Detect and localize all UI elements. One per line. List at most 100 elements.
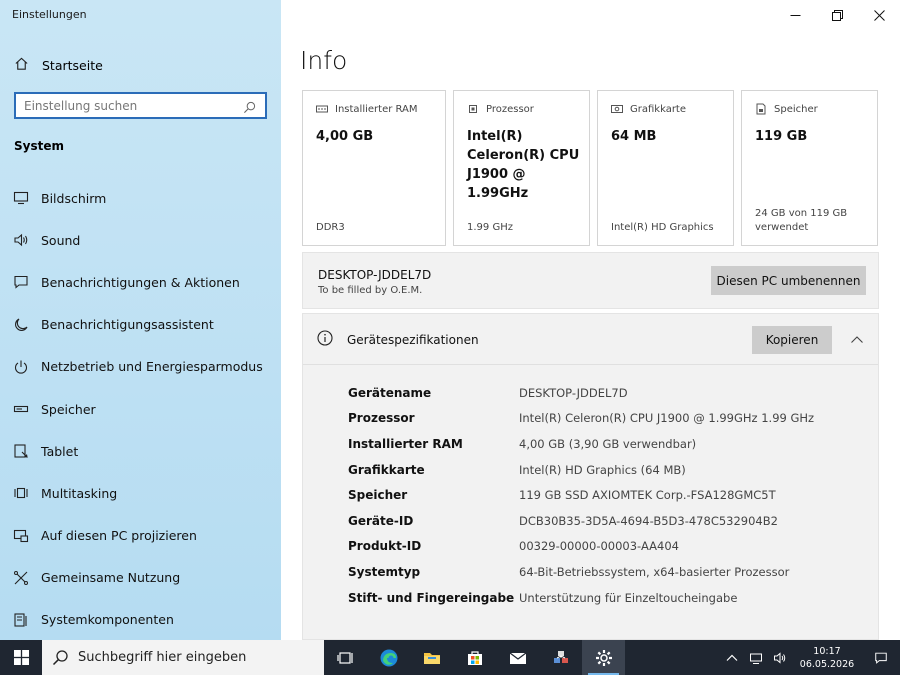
tablet-icon [13, 443, 29, 459]
spec-key: Gerätename [348, 385, 432, 400]
task-view-icon [336, 651, 353, 664]
restore-button[interactable] [816, 0, 858, 30]
card-head: Prozessor [486, 103, 534, 115]
copy-button[interactable]: Kopieren [752, 326, 832, 354]
sidebar-item-bildschirm[interactable]: Bildschirm [0, 177, 281, 219]
sidebar-item-gemeinsame-nutzung[interactable]: Gemeinsame Nutzung [0, 557, 281, 599]
notification-icon [13, 274, 29, 290]
sidebar-item-projizieren[interactable]: Auf diesen PC projizieren [0, 515, 281, 557]
network-app-icon [553, 650, 568, 663]
spec-key: Grafikkarte [348, 462, 425, 477]
summary-cards: Installierter RAM 4,00 GB DDR3 Prozessor… [302, 90, 878, 246]
sidebar-item-netzbetrieb[interactable]: Netzbetrieb und Energiesparmodus [0, 346, 281, 388]
sidebar-item-label: Multitasking [41, 485, 118, 501]
mail-icon [509, 652, 526, 664]
section-label: System [14, 139, 64, 153]
card-sub: 1.99 GHz [467, 222, 513, 233]
card-value: Intel(R) Celeron(R) CPU J1900 @ 1.99GHz [467, 129, 580, 201]
close-icon [873, 9, 885, 21]
chevron-up-icon[interactable] [850, 332, 864, 346]
moon-icon [13, 317, 29, 333]
sidebar-item-benachrichtigungsassistent[interactable]: Benachrichtigungsassistent [0, 304, 281, 346]
storage-icon [13, 401, 29, 417]
sidebar-item-home[interactable]: Startseite [14, 55, 103, 75]
spec-key: Stift- und Fingereingabe [348, 590, 515, 605]
sidebar-item-sound[interactable]: Sound [0, 219, 281, 261]
spec-key: Installierter RAM [348, 436, 463, 451]
settings-search-box[interactable] [14, 92, 267, 119]
sidebar-item-speicher[interactable]: Speicher [0, 388, 281, 430]
file-explorer-button[interactable] [410, 640, 453, 675]
show-hidden-icons-button[interactable] [720, 640, 744, 675]
card-value: 64 MB [611, 129, 657, 144]
device-specs-title: Gerätespezifikationen [347, 333, 479, 347]
device-specs-list: Gerätename DESKTOP-JDDEL7D Prozessor Intel(… [348, 380, 814, 610]
sidebar-item-label: Benachrichtigungsassistent [41, 317, 214, 333]
spec-value: DESKTOP-JDDEL7D [519, 385, 628, 400]
clock[interactable]: 10:17 06.05.2026 [792, 645, 862, 671]
spec-value: 00329-00000-00003-AA404 [519, 539, 679, 554]
volume-tray-button[interactable] [768, 640, 792, 675]
search-icon[interactable] [243, 99, 257, 113]
spec-value: Intel(R) HD Graphics (64 MB) [519, 462, 686, 477]
clock-time: 10:17 [813, 645, 841, 657]
start-button[interactable] [0, 640, 42, 675]
device-specs-panel: Gerätespezifikationen Kopieren Gerätenam… [302, 313, 879, 640]
card-value: 4,00 GB [316, 129, 374, 144]
spec-row: Grafikkarte Intel(R) HD Graphics (64 MB) [348, 457, 814, 483]
settings-app-button[interactable] [582, 640, 625, 675]
page-title: Info [300, 46, 348, 75]
chevron-up-icon [726, 654, 738, 661]
sidebar-item-label: Auf diesen PC projizieren [41, 528, 197, 544]
monitor-icon [13, 190, 29, 206]
edge-browser-button[interactable] [367, 640, 410, 675]
pc-name-panel: DESKTOP-JDDEL7D To be filled by O.E.M. D… [302, 252, 879, 309]
sidebar-item-multitasking[interactable]: Multitasking [0, 472, 281, 514]
spec-value: Unterstützung für Einzeltoucheingabe [519, 590, 738, 605]
spec-value: DCB30B35-3D5A-4694-B5D3-478C532904B2 [519, 513, 778, 528]
card-value: 119 GB [755, 129, 808, 144]
store-icon [467, 650, 482, 665]
spec-row: Produkt-ID 00329-00000-00003-AA404 [348, 534, 814, 560]
edge-icon [380, 649, 397, 666]
spec-value: Intel(R) Celeron(R) CPU J1900 @ 1.99GHz … [519, 411, 815, 426]
action-center-button[interactable] [862, 640, 900, 675]
storage-icon [755, 103, 767, 115]
spec-key: Systemtyp [348, 564, 421, 579]
card-sub: DDR3 [316, 222, 345, 233]
network-app-button[interactable] [539, 640, 582, 675]
card-head: Grafikkarte [630, 103, 687, 115]
store-button[interactable] [453, 640, 496, 675]
spec-row: Stift- und Fingereingabe Unterstützung fü… [348, 585, 814, 611]
graphics-card-icon [611, 103, 623, 115]
mail-button[interactable] [496, 640, 539, 675]
system-tray: 10:17 06.05.2026 [720, 640, 900, 675]
search-icon [52, 649, 69, 666]
spec-row: Prozessor Intel(R) Celeron(R) CPU J1900 @… [348, 406, 814, 432]
device-specs-header[interactable]: Gerätespezifikationen Kopieren [303, 314, 878, 365]
sidebar-item-label: Benachrichtigungen & Aktionen [41, 274, 240, 290]
sidebar-item-label: Startseite [42, 57, 103, 73]
sidebar-item-label: Netzbetrieb und Energiesparmodus [41, 359, 263, 375]
card-graphics: Grafikkarte 64 MB Intel(R) HD Graphics [597, 90, 734, 246]
sidebar-item-label: Systemkomponenten [41, 612, 174, 628]
ram-icon [316, 103, 328, 115]
sidebar-item-systemkomponenten[interactable]: Systemkomponenten [0, 599, 281, 641]
card-storage: Speicher 119 GB 24 GB von 119 GB verwend… [741, 90, 878, 246]
taskbar-search[interactable]: Suchbegriff hier eingeben [42, 640, 324, 675]
spec-row: Gerätename DESKTOP-JDDEL7D [348, 380, 814, 406]
network-tray-button[interactable] [744, 640, 768, 675]
spec-value: 119 GB SSD AXIOMTEK Corp.-FSA128GMC5T [519, 488, 776, 503]
spec-key: Speicher [348, 488, 408, 503]
multitasking-icon [13, 485, 29, 501]
pc-name: DESKTOP-JDDEL7D [318, 268, 432, 282]
card-processor: Prozessor Intel(R) Celeron(R) CPU J1900 … [453, 90, 590, 246]
rename-pc-button[interactable]: Diesen PC umbenennen [711, 266, 866, 295]
settings-search-input[interactable] [24, 98, 243, 113]
close-button[interactable] [858, 0, 900, 30]
spec-row: Speicher 119 GB SSD AXIOMTEK Corp.-FSA128… [348, 482, 814, 508]
minimize-button[interactable] [774, 0, 816, 30]
sidebar-item-tablet[interactable]: Tablet [0, 430, 281, 472]
task-view-button[interactable] [324, 640, 367, 675]
sidebar-item-benachrichtigungen[interactable]: Benachrichtigungen & Aktionen [0, 261, 281, 303]
